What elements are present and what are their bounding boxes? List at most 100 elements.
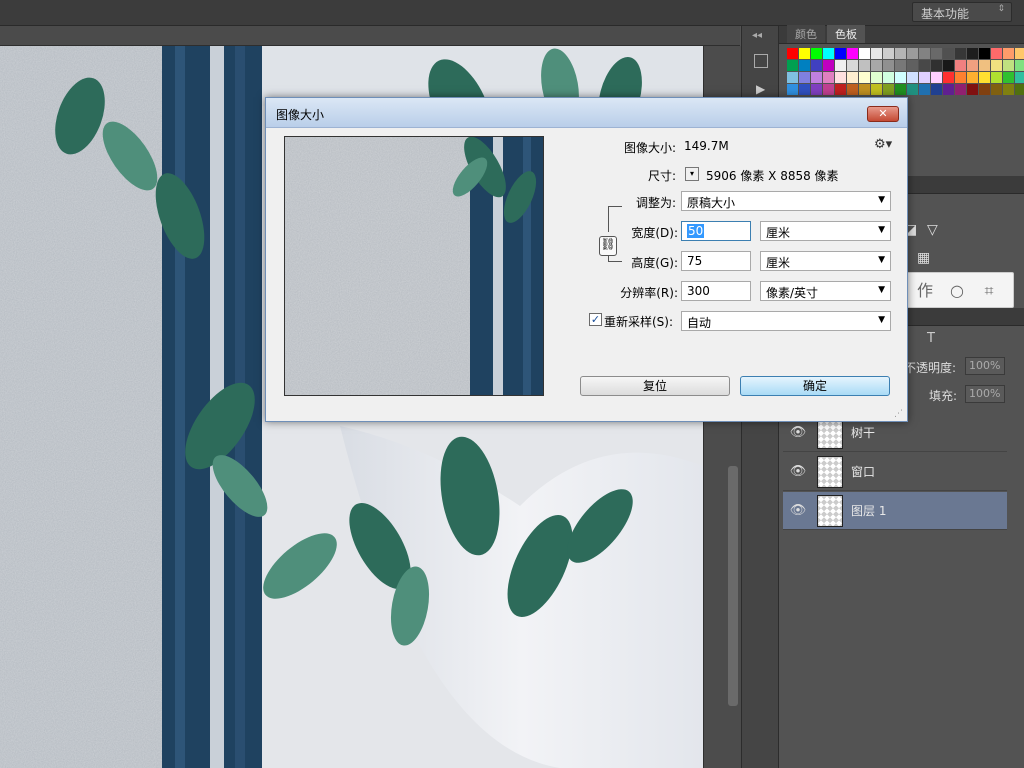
resolution-input[interactable]: 300: [681, 281, 751, 301]
color-swatch[interactable]: [811, 84, 822, 95]
color-swatch[interactable]: [967, 72, 978, 83]
color-swatch[interactable]: [931, 48, 942, 59]
resolution-unit-select[interactable]: 像素/英寸 ▼: [760, 281, 891, 301]
color-swatch[interactable]: [883, 60, 894, 71]
color-swatch[interactable]: [871, 60, 882, 71]
color-swatch[interactable]: [907, 48, 918, 59]
height-input[interactable]: 75: [681, 251, 751, 271]
color-swatch[interactable]: [955, 84, 966, 95]
color-swatch[interactable]: [799, 84, 810, 95]
color-swatch[interactable]: [859, 60, 870, 71]
color-swatch[interactable]: [979, 60, 990, 71]
color-swatch[interactable]: [883, 72, 894, 83]
color-swatch[interactable]: [919, 60, 930, 71]
color-swatch[interactable]: [823, 60, 834, 71]
history-panel-icon[interactable]: [754, 54, 768, 68]
color-swatch[interactable]: [1015, 84, 1024, 95]
fit-to-select[interactable]: 原稿大小 ▼: [681, 191, 891, 211]
color-swatch[interactable]: [823, 72, 834, 83]
layer-row[interactable]: 👁 图层 1: [783, 492, 1007, 530]
fill-input[interactable]: 100%: [965, 385, 1005, 403]
color-swatch[interactable]: [979, 48, 990, 59]
color-swatch[interactable]: [931, 72, 942, 83]
scrollbar-thumb[interactable]: [728, 466, 738, 706]
workspace-select[interactable]: 基本功能 ⇕: [912, 2, 1012, 22]
color-swatch[interactable]: [835, 48, 846, 59]
color-swatch[interactable]: [823, 84, 834, 95]
color-swatch[interactable]: [907, 60, 918, 71]
color-swatch[interactable]: [799, 60, 810, 71]
image-preview[interactable]: [284, 136, 544, 396]
eye-icon[interactable]: 👁: [783, 503, 813, 518]
color-swatch[interactable]: [859, 48, 870, 59]
color-swatch[interactable]: [931, 60, 942, 71]
color-swatch[interactable]: [811, 72, 822, 83]
height-unit-select[interactable]: 厘米 ▼: [760, 251, 891, 271]
color-swatch[interactable]: [871, 48, 882, 59]
color-swatch[interactable]: [931, 84, 942, 95]
color-swatch[interactable]: [847, 48, 858, 59]
color-swatch[interactable]: [871, 84, 882, 95]
color-swatch[interactable]: [835, 84, 846, 95]
color-swatch[interactable]: [991, 72, 1002, 83]
color-swatch[interactable]: [895, 84, 906, 95]
color-swatch[interactable]: [919, 48, 930, 59]
collapse-icon[interactable]: ◂◂: [752, 30, 762, 41]
play-icon[interactable]: ▶: [756, 82, 765, 96]
gear-icon[interactable]: ⚙▾: [874, 137, 892, 152]
color-swatch[interactable]: [955, 48, 966, 59]
color-swatch[interactable]: [895, 72, 906, 83]
color-swatch[interactable]: [919, 84, 930, 95]
color-swatch[interactable]: [811, 48, 822, 59]
resize-grip-icon[interactable]: ⋰: [894, 409, 903, 419]
search-icon[interactable]: ○: [945, 279, 969, 303]
width-input[interactable]: 50: [681, 221, 751, 241]
color-swatch[interactable]: [967, 60, 978, 71]
color-swatch[interactable]: [787, 60, 798, 71]
color-swatch[interactable]: [787, 72, 798, 83]
color-swatch[interactable]: [991, 48, 1002, 59]
color-swatch[interactable]: [787, 84, 798, 95]
color-swatch[interactable]: [955, 72, 966, 83]
color-swatch[interactable]: [883, 84, 894, 95]
color-swatch[interactable]: [1003, 72, 1014, 83]
color-swatch[interactable]: [955, 60, 966, 71]
color-swatch[interactable]: [835, 72, 846, 83]
dimensions-dropdown-icon[interactable]: ▾: [685, 167, 699, 181]
color-swatch[interactable]: [847, 84, 858, 95]
type-layer-filter-icon[interactable]: T: [927, 331, 935, 346]
color-swatch[interactable]: [967, 48, 978, 59]
color-swatch[interactable]: [1003, 60, 1014, 71]
tab-swatches[interactable]: 色板: [827, 25, 865, 43]
close-button[interactable]: ✕: [867, 106, 899, 122]
color-swatch[interactable]: [991, 84, 1002, 95]
layer-row[interactable]: 👁 窗口: [783, 453, 1007, 491]
color-swatch[interactable]: [907, 84, 918, 95]
color-swatch[interactable]: [1015, 72, 1024, 83]
swatch-grid[interactable]: [779, 44, 1024, 99]
color-swatch[interactable]: [847, 60, 858, 71]
grid-icon[interactable]: ▦: [917, 250, 930, 266]
color-swatch[interactable]: [979, 72, 990, 83]
resample-checkbox[interactable]: ✓: [589, 313, 602, 326]
reset-button[interactable]: 复位: [580, 376, 730, 396]
color-swatch[interactable]: [799, 72, 810, 83]
color-swatch[interactable]: [991, 60, 1002, 71]
color-swatch[interactable]: [859, 72, 870, 83]
color-swatch[interactable]: [799, 48, 810, 59]
tab-color[interactable]: 颜色: [787, 25, 825, 43]
eye-icon[interactable]: 👁: [783, 464, 813, 479]
color-swatch[interactable]: [907, 72, 918, 83]
width-unit-select[interactable]: 厘米 ▼: [760, 221, 891, 241]
resample-select[interactable]: 自动 ▼: [681, 311, 891, 331]
crop-icon[interactable]: ⌗: [977, 279, 1001, 303]
text-tool-icon[interactable]: 作: [913, 279, 937, 303]
color-swatch[interactable]: [787, 48, 798, 59]
color-swatch[interactable]: [1003, 84, 1014, 95]
color-swatch[interactable]: [943, 72, 954, 83]
color-swatch[interactable]: [967, 84, 978, 95]
color-swatch[interactable]: [1003, 48, 1014, 59]
color-swatch[interactable]: [943, 48, 954, 59]
color-swatch[interactable]: [943, 84, 954, 95]
eye-icon[interactable]: 👁: [783, 425, 813, 440]
